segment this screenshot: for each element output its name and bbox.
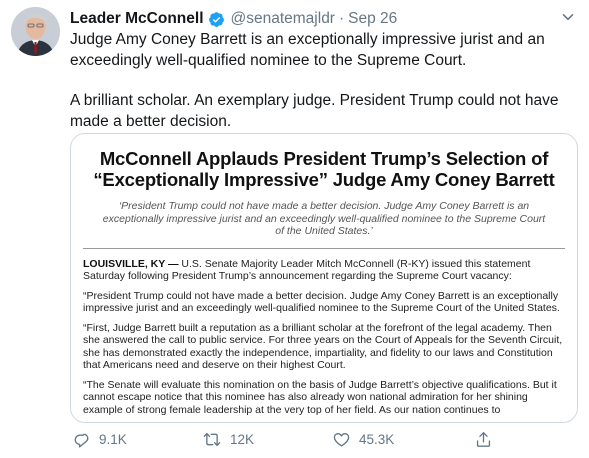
share-button[interactable] (474, 430, 501, 449)
chevron-down-icon[interactable] (559, 8, 577, 26)
share-icon (476, 431, 491, 447)
avatar[interactable] (11, 7, 60, 56)
like-button[interactable]: 45.3K (332, 430, 394, 449)
retweet-button[interactable]: 12K (202, 430, 254, 449)
tweet-date[interactable]: Sep 26 (348, 10, 397, 28)
author-handle[interactable]: @senatemajldr (231, 10, 335, 28)
tweet-text-line-1: Judge Amy Coney Barrett is an exceptiona… (70, 31, 545, 69)
press-release-paragraph: “The Senate will evaluate this nominatio… (83, 378, 557, 416)
tweet-text: Judge Amy Coney Barrett is an exceptiona… (70, 30, 570, 132)
like-count: 45.3K (359, 431, 395, 447)
separator-dot: · (338, 10, 345, 27)
press-release-divider (83, 247, 565, 249)
press-release-paragraph: “President Trump could not have made a b… (83, 289, 560, 315)
tweet-header: Leader McConnell @senatemajldr · Sep 26 (70, 9, 559, 29)
reply-icon (74, 433, 89, 447)
author-name[interactable]: Leader McConnell (70, 10, 204, 28)
press-release-title: McConnell Applauds President Trump’s Sel… (93, 148, 555, 190)
reply-button[interactable]: 9.1K (72, 430, 127, 449)
retweet-icon (203, 432, 221, 446)
press-release-document: McConnell Applauds President Trump’s Sel… (71, 134, 577, 416)
tweet[interactable]: Leader McConnell @senatemajldr · Sep 26 … (0, 0, 589, 458)
heart-icon (333, 432, 350, 447)
verified-badge-icon (208, 11, 225, 28)
tweet-media-image[interactable]: McConnell Applauds President Trump’s Sel… (70, 133, 578, 423)
reply-count: 9.1K (99, 431, 127, 447)
press-release-dateline: LOUISVILLE, KY — (83, 257, 179, 270)
tweet-actions: 9.1K 12K 45.3K (70, 426, 570, 452)
tweet-text-line-2: A brilliant scholar. An exemplary judge.… (70, 92, 559, 130)
retweet-count: 12K (230, 431, 255, 447)
press-release-paragraph: “First, Judge Barrett built a reputation… (83, 321, 563, 372)
press-release-lede: LOUISVILLE, KY — U.S. Senate Majority Le… (83, 258, 565, 283)
press-release-subtitle: ‘President Trump could not have made a b… (102, 200, 546, 237)
